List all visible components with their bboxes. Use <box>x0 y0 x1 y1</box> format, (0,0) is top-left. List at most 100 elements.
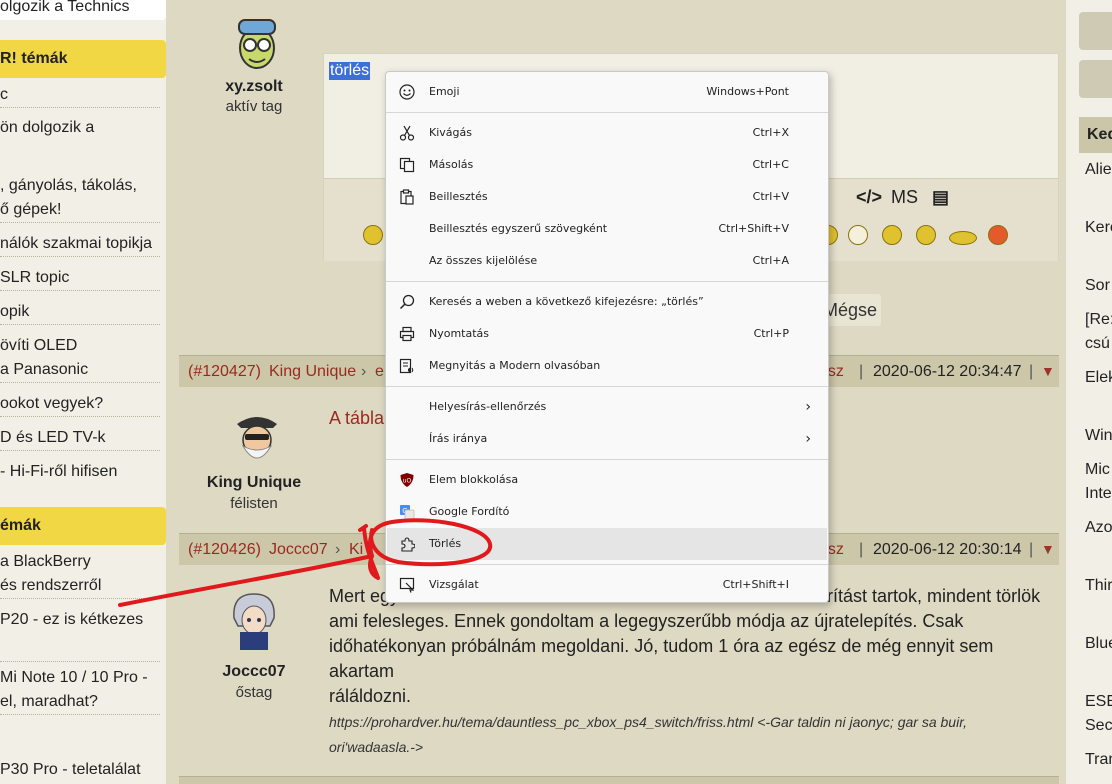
menu-divider <box>386 281 828 282</box>
code-icon[interactable]: </> <box>856 187 882 208</box>
sidebar-heading: R! témák <box>0 40 166 78</box>
post-author-link[interactable]: King Unique <box>269 356 356 387</box>
menu-item-block-element[interactable]: uO Elem blokkolása <box>387 464 827 496</box>
menu-shortcut: Ctrl+P <box>753 327 789 340</box>
smiley-icon[interactable] <box>949 231 977 245</box>
post-body-link[interactable]: A tábla <box>329 408 384 429</box>
reply-to-link[interactable]: Ki <box>349 534 363 565</box>
right-link[interactable]: Alie <box>1085 158 1112 182</box>
sidebar-top-item[interactable]: olgozik a Technics <box>0 0 166 20</box>
menu-item-torles[interactable]: Törlés <box>387 528 827 560</box>
smiley-icon[interactable] <box>848 225 868 245</box>
right-link[interactable]: Sec <box>1085 714 1112 738</box>
menu-item-inspect[interactable]: Vizsgálat Ctrl+Shift+I <box>387 569 827 601</box>
smiley-icon[interactable] <box>363 225 383 245</box>
sidebar-link[interactable]: - Hi-Fi-ről hifisen <box>0 460 160 484</box>
menu-divider <box>386 459 828 460</box>
post-author-link[interactable]: Joccc07 <box>269 534 328 565</box>
reply-arrow-icon: › <box>335 541 341 558</box>
divider: | <box>859 541 864 558</box>
menu-label: Elem blokkolása <box>429 473 519 486</box>
sidebar-link[interactable]: övíti OLED <box>0 334 160 358</box>
sidebar-link[interactable]: el, maradhat? <box>0 690 160 715</box>
menu-divider <box>386 386 828 387</box>
right-link[interactable]: Win <box>1085 424 1112 448</box>
signature-line: ori'wadaasla.-> <box>329 739 424 755</box>
post-number[interactable]: (#120427) <box>188 356 261 387</box>
menu-shortcut: Windows+Pont <box>706 85 789 98</box>
sidebar-link[interactable]: a Panasonic <box>0 358 160 383</box>
right-link[interactable]: Azo <box>1085 516 1112 540</box>
right-button[interactable] <box>1079 12 1112 50</box>
right-link[interactable]: ESE <box>1085 690 1112 714</box>
sidebar-link[interactable]: D és LED TV-k <box>0 426 160 451</box>
menu-divider <box>386 564 828 565</box>
menu-item-print[interactable]: Nyomtatás Ctrl+P <box>387 318 827 350</box>
sidebar-link[interactable]: , gányolás, tákolás, <box>0 174 160 198</box>
right-button[interactable] <box>1079 60 1112 98</box>
smiley-icon[interactable] <box>882 225 902 245</box>
smiley-icon[interactable] <box>916 225 936 245</box>
sidebar-link[interactable]: c <box>0 83 160 108</box>
menu-item-paste-plain[interactable]: Beillesztés egyszerű szövegként Ctrl+Shi… <box>387 213 827 245</box>
menu-label: Helyesírás-ellenőrzés <box>429 400 547 413</box>
sidebar-link[interactable]: és rendszerről <box>0 574 160 599</box>
menu-label: Az összes kijelölése <box>429 254 538 267</box>
post-number[interactable]: (#120426) <box>188 534 261 565</box>
right-link[interactable]: Sor <box>1085 274 1112 298</box>
sidebar-link[interactable]: ookot vegyek? <box>0 392 160 417</box>
sidebar-link[interactable]: P30 Pro - teletalálat <box>0 758 160 782</box>
right-link[interactable]: Inte <box>1085 482 1112 506</box>
menu-label: Beillesztés egyszerű szövegként <box>429 222 608 235</box>
menu-shortcut: Ctrl+Shift+I <box>722 578 789 591</box>
inspect-icon <box>399 577 415 593</box>
menu-shortcut: Ctrl+A <box>752 254 789 267</box>
user-avatar[interactable] <box>229 12 285 72</box>
chevron-down-icon[interactable]: ▼ <box>1041 534 1055 565</box>
menu-item-paste[interactable]: Beillesztés Ctrl+V <box>387 181 827 213</box>
right-link[interactable]: Mic <box>1085 458 1112 482</box>
username[interactable]: xy.zsolt <box>179 78 329 96</box>
sidebar-link[interactable]: P20 - ez is kétkezes <box>0 608 160 662</box>
username[interactable]: King Unique <box>179 474 329 492</box>
chevron-down-icon[interactable]: ▼ <box>1041 356 1055 387</box>
right-link[interactable]: Kere <box>1085 216 1112 240</box>
menu-item-spellcheck[interactable]: Helyesírás-ellenőrzés › <box>387 391 827 423</box>
ms-button[interactable]: MS <box>891 187 918 208</box>
right-sidebar-heading: Ked <box>1079 117 1112 153</box>
post-date: 2020-06-12 20:30:14 <box>873 541 1022 558</box>
sidebar-link[interactable]: opik <box>0 300 160 325</box>
menu-item-reader[interactable]: Megnyitás a Modern olvasóban <box>387 350 827 382</box>
emoji-icon <box>399 84 415 100</box>
signature-line: https://prohardver.hu/tema/dauntless_pc_… <box>329 714 967 730</box>
sidebar-link[interactable]: Mi Note 10 / 10 Pro - <box>0 666 160 690</box>
menu-item-web-search[interactable]: Keresés a weben a következő kifejezésre:… <box>387 286 827 318</box>
menu-item-writing-direction[interactable]: Írás iránya › <box>387 423 827 455</box>
right-link[interactable]: Tran <box>1085 748 1112 772</box>
right-link[interactable]: Elek <box>1085 366 1112 390</box>
smiley-icon[interactable] <box>988 225 1008 245</box>
sidebar-link[interactable]: ön dolgozik a <box>0 116 160 140</box>
user-avatar[interactable] <box>229 408 285 468</box>
username[interactable]: Joccc07 <box>179 663 329 681</box>
right-link[interactable]: Thir <box>1085 574 1112 598</box>
sidebar-link[interactable]: SLR topic <box>0 266 160 291</box>
post-text: időhatékonyan próbálnám megoldani. Jó, t… <box>329 636 994 681</box>
sidebar-link[interactable]: ő gépek! <box>0 198 160 223</box>
user-avatar[interactable] <box>226 590 282 650</box>
right-link[interactable]: [Re: <box>1085 308 1112 332</box>
menu-label: Megnyitás a Modern olvasóban <box>429 359 601 372</box>
sidebar-link[interactable]: nálók szakmai topikja <box>0 232 160 257</box>
right-link[interactable]: Blue <box>1085 632 1112 656</box>
file-code-icon[interactable]: ▤ <box>932 187 949 208</box>
menu-item-copy[interactable]: Másolás Ctrl+C <box>387 149 827 181</box>
sidebar-link[interactable]: a BlackBerry <box>0 550 160 574</box>
right-link[interactable]: csú <box>1085 332 1112 356</box>
menu-item-emoji[interactable]: Emoji Windows+Pont <box>387 76 827 108</box>
menu-item-google-translate[interactable]: G Google Fordító <box>387 496 827 528</box>
menu-item-cut[interactable]: Kivágás Ctrl+X <box>387 117 827 149</box>
reply-to-link[interactable]: e <box>375 356 384 387</box>
right-sidebar: Ked Alie Kere Sor [Re: csú Elek Win Mic … <box>1066 0 1112 784</box>
menu-item-select-all[interactable]: Az összes kijelölése Ctrl+A <box>387 245 827 277</box>
chevron-right-icon: › <box>805 399 811 415</box>
